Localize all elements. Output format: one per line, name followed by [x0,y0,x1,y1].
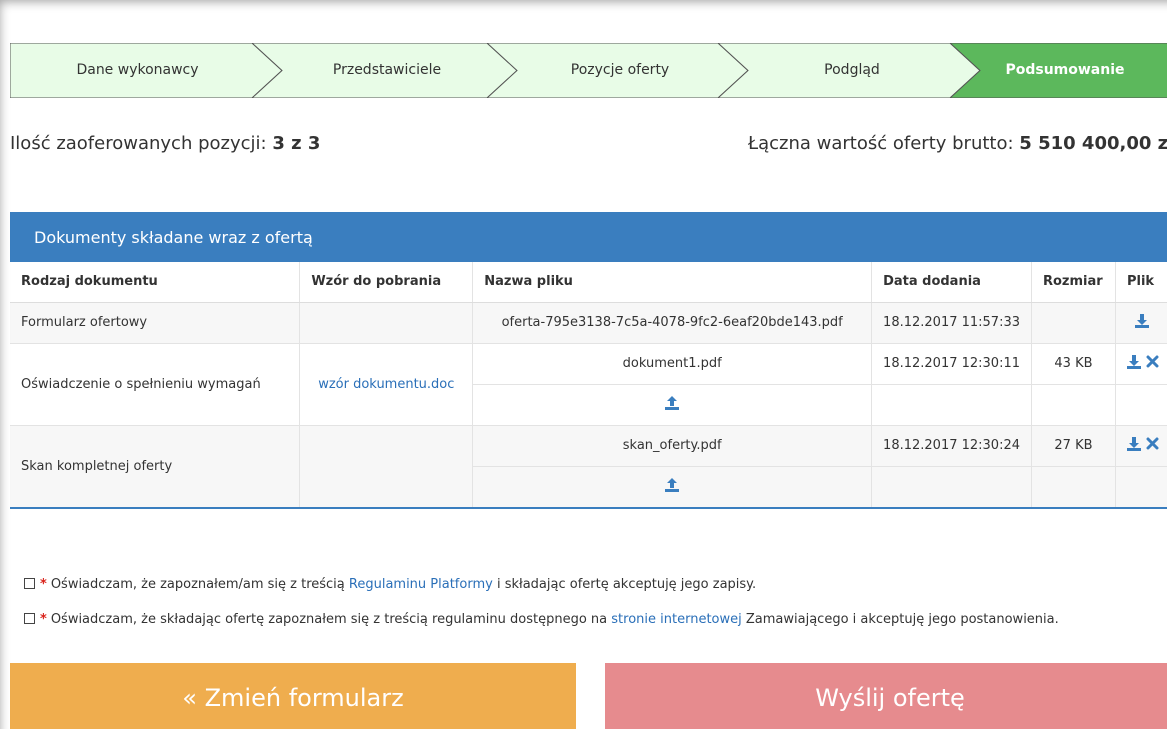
step-podsumowanie[interactable]: Podsumowanie [970,43,1160,98]
positions-label: Ilość zaoferowanych pozycji: [10,133,267,154]
date-added: 18.12.2017 12:30:11 [871,343,1032,385]
column-header: Wzór do pobrania [299,262,474,303]
change-form-button[interactable]: « Zmień formularz [10,663,576,729]
step-dane-wykonawcy[interactable]: Dane wykonawcy [10,43,265,98]
required-marker: * [40,577,47,592]
column-header: Nazwa pliku [472,262,873,303]
documents-table: Rodzaj dokumentu Wzór do pobrania Nazwa … [10,262,1167,508]
column-header: Data dodania [871,262,1032,303]
file-actions [1115,343,1167,385]
upload-icon[interactable] [664,395,680,415]
file-actions [1115,425,1167,467]
delete-icon[interactable] [1146,437,1159,454]
file-size: 27 KB [1031,425,1116,467]
step-pozycje-oferty[interactable]: Pozycje oferty [507,43,733,98]
agreement-text: Zamawiającego i akceptuję jego postanowi… [745,612,1059,627]
document-type: Skan kompletnej oferty [10,425,301,508]
table-header-row: Rodzaj dokumentu Wzór do pobrania Nazwa … [10,262,1167,303]
document-template [299,425,474,508]
agreement-zamawiajacy[interactable]: * Oświadczam, że składając ofertę zapozna… [24,612,1059,627]
agreement-text: i składając ofertę akceptuję jego zapisy… [496,577,757,592]
table-row: Oświadczenie o spełnieniu wymagań wzór d… [10,343,1167,426]
empty-cell [1031,384,1116,426]
column-header: Plik [1115,262,1167,303]
document-template-link[interactable]: wzór dokumentu.doc [299,343,474,426]
regulamin-link[interactable]: Regulaminu Platformy [349,577,493,592]
date-added: 18.12.2017 11:57:33 [871,302,1032,344]
empty-cell [1115,384,1167,426]
document-template [299,302,474,344]
agreement-text: Oświadczam, że składając ofertę zapoznał… [50,612,608,627]
total-label: Łączna wartość oferty brutto: [748,133,1014,154]
download-icon[interactable] [1126,354,1142,374]
table-row: Skan kompletnej oferty skan_oferty.pdf 1… [10,425,1167,508]
delete-icon[interactable] [1146,355,1159,372]
template-download-link[interactable]: wzór dokumentu.doc [318,377,454,392]
send-offer-button[interactable]: Wyślij ofertę [605,663,1167,729]
upload-cell [472,466,873,508]
positions-value: 3 z 3 [272,133,321,154]
file-name: dokument1.pdf [472,343,873,385]
empty-cell [871,466,1032,508]
file-size: 43 KB [1031,343,1116,385]
total-summary: Łączna wartość oferty brutto: 5 510 400,… [748,133,1167,154]
step-przedstawiciele[interactable]: Przedstawiciele [272,43,502,98]
documents-panel-title: Dokumenty składane wraz z ofertą [10,212,1167,262]
file-name: oferta-795e3138-7c5a-4078-9fc2-6eaf20bde… [472,302,873,344]
required-marker: * [40,612,47,627]
column-header: Rozmiar [1031,262,1116,303]
download-icon[interactable] [1134,313,1150,333]
agreement-text: Oświadczam, że zapoznałem/am się z treśc… [50,577,345,592]
wizard-steps: Dane wykonawcy Przedstawiciele Pozycje o… [10,43,1167,98]
date-added: 18.12.2017 12:30:24 [871,425,1032,467]
upload-icon[interactable] [664,477,680,497]
file-name: skan_oferty.pdf [472,425,873,467]
table-bottom-border [10,507,1167,509]
column-header: Rodzaj dokumentu [10,262,301,303]
file-size [1031,302,1116,344]
upload-cell [472,384,873,426]
checkbox-icon[interactable] [24,578,35,589]
document-type: Formularz ofertowy [10,302,301,344]
total-value: 5 510 400,00 zł [1019,133,1167,154]
checkbox-icon[interactable] [24,613,35,624]
empty-cell [871,384,1032,426]
empty-cell [1115,466,1167,508]
positions-summary: Ilość zaoferowanych pozycji: 3 z 3 [10,133,320,154]
agreement-regulamin[interactable]: * Oświadczam, że zapoznałem/am się z treś… [24,577,756,592]
document-type: Oświadczenie o spełnieniu wymagań [10,343,301,426]
step-podglad[interactable]: Podgląd [738,43,966,98]
website-link[interactable]: stronie internetowej [611,612,741,627]
file-actions [1115,302,1167,344]
download-icon[interactable] [1126,436,1142,456]
empty-cell [1031,466,1116,508]
table-row: Formularz ofertowy oferta-795e3138-7c5a-… [10,302,1167,344]
